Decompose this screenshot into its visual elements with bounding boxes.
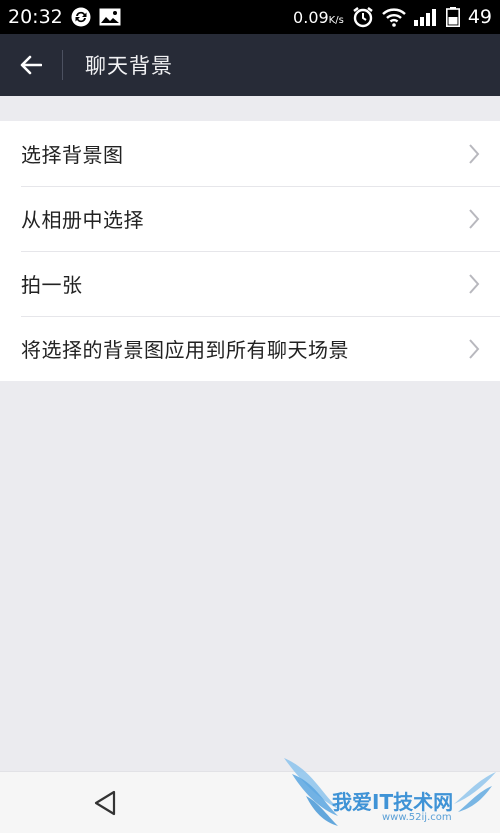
- arrow-left-icon: [20, 55, 42, 75]
- watermark: 我爱IT技术网 www.52ij.com: [282, 752, 500, 833]
- network-speed-value: 0.09: [293, 7, 329, 27]
- watermark-url: www.52ij.com: [382, 812, 452, 823]
- status-right: 0.09K/s 49: [293, 6, 492, 28]
- status-time: 20:32: [8, 6, 63, 28]
- list-item-label: 从相册中选择: [21, 208, 144, 232]
- settings-list: 选择背景图 从相册中选择 拍一张 将选择的背景图应用到所有聊天场景: [0, 121, 500, 381]
- status-bar: 20:32 0.09K/s 49: [0, 0, 500, 34]
- triangle-back-icon: [94, 790, 116, 816]
- watermark-text: 我爱IT技术网: [332, 790, 454, 814]
- wifi-icon: [381, 7, 406, 27]
- nav-back-button[interactable]: [88, 786, 122, 820]
- sync-icon: [71, 7, 91, 27]
- list-item-apply-to-all-chats[interactable]: 将选择的背景图应用到所有聊天场景: [0, 316, 500, 381]
- network-speed: 0.09K/s: [293, 8, 344, 27]
- alarm-clock-icon: [352, 6, 374, 28]
- image-icon: [99, 8, 121, 26]
- chevron-right-icon: [468, 273, 480, 295]
- screen: 20:32 0.09K/s 49 聊天背景 选择背景图 从相册中选择 拍一张 将…: [0, 0, 500, 833]
- list-item-label: 将选择的背景图应用到所有聊天场景: [21, 338, 349, 362]
- chevron-right-icon: [468, 143, 480, 165]
- status-left: 20:32: [8, 6, 121, 28]
- chevron-right-icon: [468, 338, 480, 360]
- title-divider: [62, 50, 63, 80]
- list-item-choose-background[interactable]: 选择背景图: [0, 121, 500, 186]
- list-item-label: 选择背景图: [21, 143, 124, 167]
- chevron-right-icon: [468, 208, 480, 230]
- page-title: 聊天背景: [85, 54, 173, 78]
- back-button[interactable]: [0, 34, 62, 96]
- battery-level: 49: [467, 6, 492, 28]
- network-speed-unit: K/s: [328, 14, 344, 26]
- list-item-from-album[interactable]: 从相册中选择: [0, 186, 500, 251]
- battery-icon: [445, 7, 460, 27]
- list-item-label: 拍一张: [21, 273, 83, 297]
- list-item-take-photo[interactable]: 拍一张: [0, 251, 500, 316]
- signal-icon: [413, 8, 438, 26]
- title-bar: 聊天背景: [0, 34, 500, 96]
